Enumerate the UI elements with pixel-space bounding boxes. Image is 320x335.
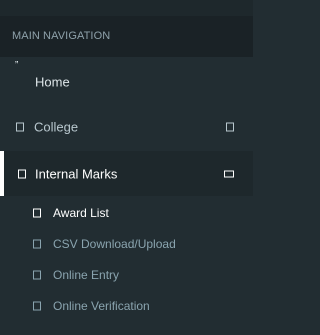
square-icon [33,301,41,311]
square-icon [16,122,24,131]
sidebar-item-home[interactable]: ” Home [0,58,253,105]
submenu-item-label: CSV Download/Upload [53,237,176,251]
square-icon [33,239,41,249]
submenu-item-online-entry[interactable]: Online Entry [0,263,253,287]
minus-square-icon [224,170,234,177]
submenu-item-online-verification[interactable]: Online Verification [0,294,253,318]
sidebar-item-label: College [34,119,79,134]
square-icon [33,270,41,280]
submenu-item-label: Award List [53,206,109,220]
sidebar: MAIN NAVIGATION ” Home College Internal … [0,0,253,335]
sidebar-item-label: Internal Marks [35,166,118,181]
quote-icon: ” [15,60,19,71]
square-icon [18,169,26,178]
square-icon [33,208,41,218]
submenu-item-label: Online Verification [53,299,150,313]
submenu-item-award-list[interactable]: Award List [0,201,253,225]
sidebar-item-college[interactable]: College [0,104,253,149]
submenu-item-csv-download-upload[interactable]: CSV Download/Upload [0,232,253,256]
sidebar-item-label: Home [35,74,70,89]
sidebar-item-internal-marks[interactable]: Internal Marks [0,151,253,196]
sidebar-header: MAIN NAVIGATION [0,16,253,57]
submenu-item-label: Online Entry [53,268,120,282]
square-icon [226,122,234,131]
sidebar-top-strip [0,0,253,16]
